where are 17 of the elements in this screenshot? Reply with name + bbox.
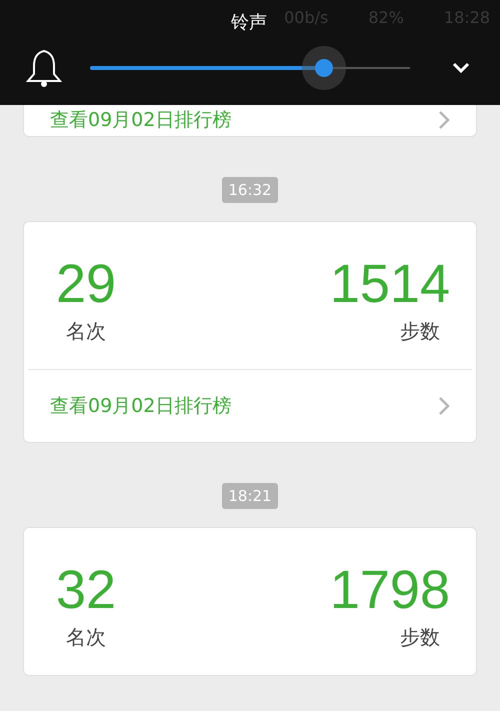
- rank-number: 29: [56, 253, 116, 316]
- chevron-right-icon: [438, 110, 450, 130]
- rank-label: 名次: [65, 624, 107, 651]
- rank-number: 32: [56, 559, 116, 622]
- timestamp: 16:32: [222, 177, 278, 203]
- chevron-right-icon: [438, 396, 450, 416]
- steps-label: 步数: [399, 318, 441, 345]
- steps-label: 步数: [399, 624, 441, 651]
- steps-number: 1798: [330, 559, 450, 622]
- bell-icon: [24, 48, 64, 88]
- leaderboard-link[interactable]: 查看09月02日排行榜: [50, 393, 232, 419]
- timestamp: 18:21: [222, 483, 278, 509]
- rank-label: 名次: [65, 318, 107, 345]
- leaderboard-link[interactable]: 查看09月02日排行榜: [50, 107, 232, 133]
- chevron-down-icon[interactable]: [452, 62, 470, 74]
- panel-title: 铃声: [231, 11, 267, 34]
- steps-number: 1514: [330, 253, 450, 316]
